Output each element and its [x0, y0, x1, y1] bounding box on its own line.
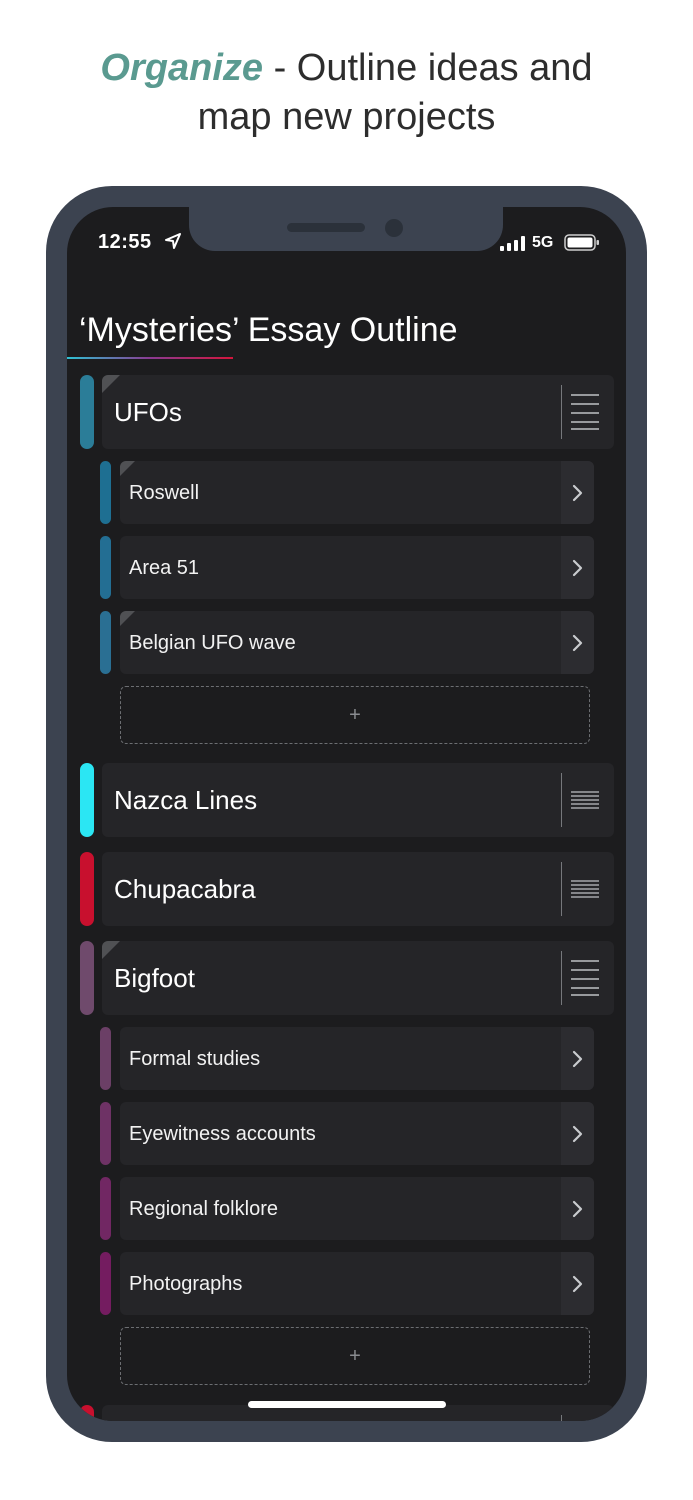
row-divider [561, 1415, 562, 1421]
topic-color-bar-next[interactable] [80, 1405, 94, 1421]
subtopic-label: Regional folklore [129, 1198, 278, 1220]
subtopic-label: Eyewitness accounts [129, 1123, 316, 1145]
subtopic-label: Photographs [129, 1273, 243, 1295]
home-indicator[interactable] [248, 1401, 446, 1408]
topic-label: Chupacabra [114, 874, 256, 904]
topic-label: Nazca Lines [114, 785, 258, 815]
topic-color-bar-chupacabra[interactable] [80, 852, 94, 926]
add-subtopic-button[interactable]: + [120, 1327, 590, 1385]
subtopic-color-bar[interactable] [100, 1027, 111, 1090]
subtopic-row-photographs[interactable]: Photographs [120, 1252, 594, 1315]
topic-row-nazca-lines[interactable]: Nazca Lines [102, 763, 614, 837]
chevron-right-icon [572, 634, 583, 652]
expanded-list-icon[interactable] [571, 959, 599, 997]
page: Organize - Outline ideas and map new pro… [0, 0, 693, 1500]
phone-screen: 12:55 5G ‘Mysteries’ Essay Outline UFOs [67, 207, 626, 1421]
phone-notch [189, 207, 503, 251]
topic-color-bar-bigfoot[interactable] [80, 941, 94, 1015]
row-divider [561, 385, 562, 439]
collapsed-list-icon[interactable] [571, 790, 599, 810]
topic-row-chupacabra[interactable]: Chupacabra [102, 852, 614, 926]
subtopic-row-roswell[interactable]: Roswell [120, 461, 594, 524]
collapse-corner[interactable] [102, 375, 120, 393]
headline-rest: - Outline ideas and [263, 47, 593, 89]
subtopic-color-bar[interactable] [100, 461, 111, 524]
collapse-corner[interactable] [120, 611, 135, 626]
subtopic-color-bar[interactable] [100, 611, 111, 674]
headline-line-2: map new projects [197, 96, 496, 138]
collapse-corner[interactable] [102, 941, 120, 959]
topic-color-bar-nazca-lines[interactable] [80, 763, 94, 837]
chevron-right-icon [572, 1275, 583, 1293]
outline-title: ‘Mysteries’ Essay Outline [79, 311, 458, 349]
open-subtopic-button[interactable] [561, 611, 594, 674]
open-subtopic-button[interactable] [561, 1177, 594, 1240]
chevron-right-icon [572, 1200, 583, 1218]
title-underline [67, 357, 233, 359]
subtopic-row-regional-folklore[interactable]: Regional folklore [120, 1177, 594, 1240]
subtopic-label: Belgian UFO wave [129, 632, 296, 654]
subtopic-row-area-51[interactable]: Area 51 [120, 536, 594, 599]
topic-color-bar-ufos[interactable] [80, 375, 94, 449]
speaker-grille [287, 223, 365, 232]
subtopic-color-bar[interactable] [100, 1252, 111, 1315]
location-arrow-icon [165, 233, 181, 249]
subtopic-label: Roswell [129, 482, 200, 504]
row-divider [561, 773, 562, 827]
row-divider [561, 862, 562, 916]
topic-label: Bigfoot [114, 963, 195, 993]
topic-label: UFOs [114, 397, 182, 427]
status-time: 12:55 [98, 231, 152, 253]
subtopic-label: Formal studies [129, 1048, 261, 1070]
topic-row-bigfoot[interactable]: Bigfoot [102, 941, 614, 1015]
network-type: 5G [532, 234, 554, 251]
expanded-list-icon[interactable] [571, 393, 599, 431]
subtopic-label: Area 51 [129, 557, 200, 579]
chevron-right-icon [572, 1125, 583, 1143]
headline-line-1: Organize - Outline ideas and [0, 44, 693, 93]
marketing-headline: Organize - Outline ideas and map new pro… [0, 44, 693, 142]
battery-icon [564, 234, 599, 251]
subtopic-row-belgian-ufo-wave[interactable]: Belgian UFO wave [120, 611, 594, 674]
chevron-right-icon [572, 559, 583, 577]
subtopic-color-bar[interactable] [100, 536, 111, 599]
topic-row-ufos[interactable]: UFOs [102, 375, 614, 449]
collapse-corner[interactable] [120, 461, 135, 476]
add-subtopic-button[interactable]: + [120, 686, 590, 744]
signal-strength-icon [500, 236, 525, 251]
row-divider [561, 951, 562, 1005]
open-subtopic-button[interactable] [561, 461, 594, 524]
chevron-right-icon [572, 484, 583, 502]
front-camera [385, 219, 403, 237]
headline-accent: Organize [100, 47, 264, 89]
collapsed-list-icon[interactable] [571, 879, 599, 899]
open-subtopic-button[interactable] [561, 536, 594, 599]
subtopic-color-bar[interactable] [100, 1102, 111, 1165]
subtopic-row-eyewitness-accounts[interactable]: Eyewitness accounts [120, 1102, 594, 1165]
chevron-right-icon [572, 1050, 583, 1068]
subtopic-color-bar[interactable] [100, 1177, 111, 1240]
open-subtopic-button[interactable] [561, 1252, 594, 1315]
open-subtopic-button[interactable] [561, 1102, 594, 1165]
subtopic-row-formal-studies[interactable]: Formal studies [120, 1027, 594, 1090]
open-subtopic-button[interactable] [561, 1027, 594, 1090]
